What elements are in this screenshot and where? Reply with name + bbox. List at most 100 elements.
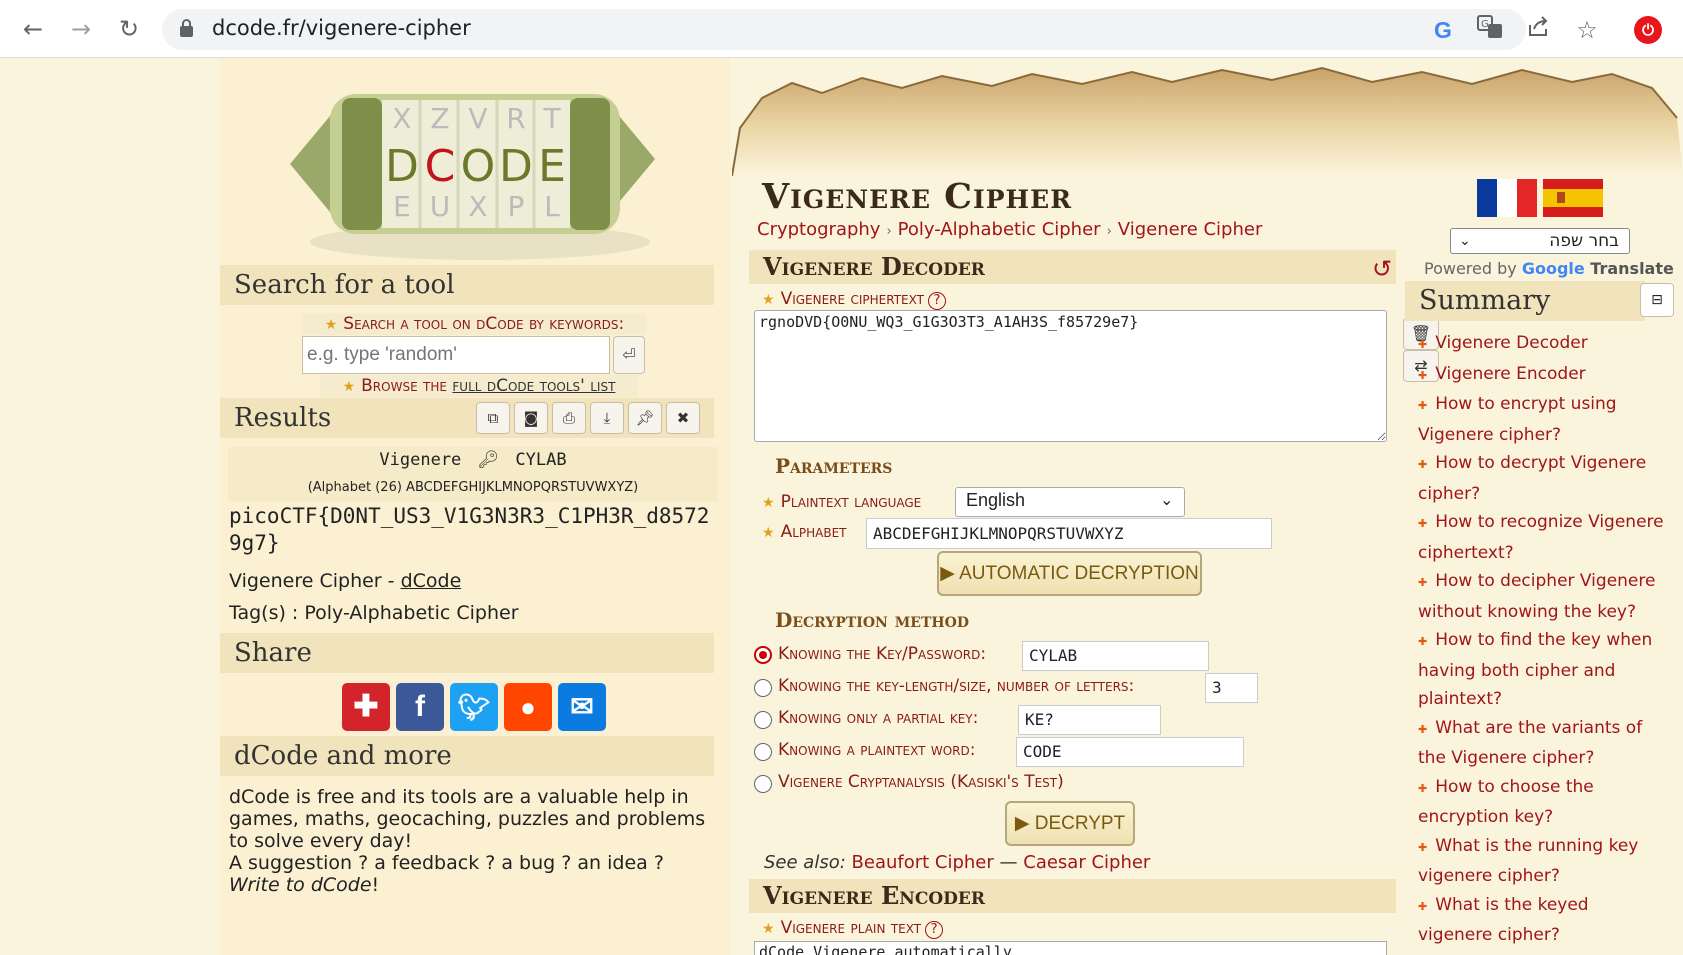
caesar-link[interactable]: Caesar Cipher xyxy=(1023,852,1150,873)
radio-plaintext-word[interactable] xyxy=(754,743,772,761)
result-plaintext[interactable]: picoCTF{D0NT_US3_V1G3N3R3_C1PH3R_d85729g… xyxy=(229,503,719,557)
write-to-link[interactable]: Write to dCode xyxy=(229,874,372,896)
parameters-title: Parameters xyxy=(775,454,893,478)
key-length-label: Knowing the key-length/size, number of l… xyxy=(778,676,1135,696)
radio-partial-key[interactable] xyxy=(754,711,772,729)
language-picker[interactable]: ⌄ בחר שפה xyxy=(1450,228,1630,254)
radio-kasiski[interactable] xyxy=(754,775,772,793)
summary-item[interactable]: ✚ How to decipher Vigenere without knowin… xyxy=(1418,567,1668,626)
dcode-logo[interactable]: X Z V R T D C O D E E U X P L xyxy=(270,64,675,264)
twitter-icon: 🐦︎ xyxy=(457,692,491,722)
see-also: See also: Beaufort Cipher — Caesar Ciphe… xyxy=(764,852,1151,873)
google-icon[interactable]: G xyxy=(1428,15,1458,45)
twitter-share-button[interactable]: 🐦︎ xyxy=(450,683,498,731)
summary-list: ✚ Vigenere Decoder ✚ Vigenere Encoder ✚ How t… xyxy=(1418,329,1668,955)
breadcrumb-cryptography[interactable]: Cryptography xyxy=(757,219,880,240)
summary-item[interactable]: ✚ How to encrypt using Vigenere cipher? xyxy=(1418,390,1668,449)
forward-arrow-icon[interactable]: → xyxy=(65,14,97,46)
breadcrumb-polyalphabetic[interactable]: Poly-Alphabetic Cipher xyxy=(898,219,1101,240)
svg-text:G: G xyxy=(1481,19,1489,30)
reset-icon[interactable]: ↺ xyxy=(1372,255,1392,283)
plaintext-label: ★ Vigenere plain text? xyxy=(762,918,944,939)
search-label: ★ Search a tool on dCode by keywords: xyxy=(302,313,647,335)
copy-results-button[interactable]: ⧉ xyxy=(476,402,510,434)
star-icon: ★ xyxy=(762,292,775,308)
star-icon: ★ xyxy=(342,379,356,395)
breadcrumb-vigenere[interactable]: Vigenere Cipher xyxy=(1118,219,1263,240)
summary-item[interactable]: ✚ How to choose the encryption key? xyxy=(1418,773,1668,832)
bookmark-star-icon[interactable]: ☆ xyxy=(1572,15,1602,45)
lock-icon[interactable] xyxy=(180,19,193,37)
partial-key-input[interactable]: KE? xyxy=(1018,705,1161,735)
help-icon[interactable]: ? xyxy=(925,921,944,939)
reload-icon[interactable]: ↻ xyxy=(113,14,145,46)
plaintext-language-select[interactable]: English xyxy=(955,487,1185,517)
bullet-icon: ✚ xyxy=(1418,635,1428,648)
bullet-icon: ✚ xyxy=(1418,399,1428,412)
dcode-link[interactable]: dCode xyxy=(401,570,462,592)
radio-key-length[interactable] xyxy=(754,679,772,697)
summary-item[interactable]: ✚ How to find the key when having both ci… xyxy=(1418,626,1668,714)
knowing-key-label: Knowing the Key/Password: xyxy=(778,644,987,664)
download-results-button[interactable]: ⤓ xyxy=(590,402,624,434)
svg-text:E: E xyxy=(393,190,411,223)
print-results-button[interactable]: ⎙ xyxy=(552,402,586,434)
email-share-button[interactable]: ✉ xyxy=(558,683,606,731)
svg-text:D: D xyxy=(499,141,533,192)
addthis-share-button[interactable]: ✚ xyxy=(342,683,390,731)
key-length-input[interactable]: 3 xyxy=(1205,673,1258,703)
summary-item[interactable]: ✚ How to decrypt Vigenere cipher? xyxy=(1418,449,1668,508)
back-arrow-icon[interactable]: ← xyxy=(17,14,49,46)
share-section-title: Share xyxy=(220,633,714,673)
summary-item[interactable]: ✚What is a Saint-Cyr slide? xyxy=(1418,950,1668,955)
encoder-section-title: Vigenere Encoder xyxy=(749,879,1396,913)
copy-icon: ⧉ xyxy=(487,409,499,427)
reddit-share-button[interactable]: ● xyxy=(504,683,552,731)
summary-item[interactable]: ✚ What is the running key vigenere cipher… xyxy=(1418,832,1668,891)
extension-icon[interactable]: ⏻ xyxy=(1634,16,1662,44)
screenshot-results-button[interactable]: ◙ xyxy=(514,402,548,434)
automatic-decryption-button[interactable]: ▶ AUTOMATIC DECRYPTION xyxy=(937,551,1202,596)
parchment-banner xyxy=(731,58,1683,178)
summary-item[interactable]: ✚ Vigenere Decoder xyxy=(1418,329,1668,360)
breadcrumb: Cryptography › Poly-Alphabetic Cipher › Vige… xyxy=(757,219,1262,240)
close-results-button[interactable]: ✖ xyxy=(666,402,700,434)
collapse-summary-button[interactable]: ⊟ xyxy=(1640,283,1674,317)
plaintext-word-label: Knowing a plaintext word: xyxy=(778,740,976,760)
star-icon: ★ xyxy=(762,525,775,541)
summary-item[interactable]: ✚ How to recognize Vigenere ciphertext? xyxy=(1418,508,1668,567)
facebook-share-button[interactable]: f xyxy=(396,683,444,731)
radio-knowing-key[interactable] xyxy=(754,646,772,664)
summary-item[interactable]: ✚ What is the keyed vigenere cipher? xyxy=(1418,891,1668,950)
key-icon: 🔑︎ xyxy=(477,450,500,470)
pin-results-button[interactable]: 📌︎ xyxy=(628,402,662,434)
ciphertext-input[interactable] xyxy=(754,310,1387,442)
star-icon: ★ xyxy=(324,317,338,333)
translate-icon[interactable]: G xyxy=(1475,15,1505,45)
url-text[interactable]: dcode.fr/vigenere-cipher xyxy=(212,16,471,40)
bullet-icon: ✚ xyxy=(1418,781,1428,795)
svg-text:D: D xyxy=(385,141,419,192)
spanish-flag-icon[interactable] xyxy=(1543,179,1603,217)
plaintext-word-input[interactable]: CODE xyxy=(1016,737,1244,767)
key-input[interactable]: CYLAB xyxy=(1022,641,1209,671)
help-icon[interactable]: ? xyxy=(927,292,946,310)
share-icon[interactable] xyxy=(1523,15,1553,45)
beaufort-link[interactable]: Beaufort Cipher xyxy=(852,852,994,873)
search-submit-button[interactable]: ⏎ xyxy=(613,336,645,374)
reddit-icon: ● xyxy=(520,692,536,722)
kasiski-label: Vigenere Cryptanalysis (Kasiski's Test) xyxy=(778,772,1064,792)
summary-item[interactable]: ✚ What are the variants of the Vigenere c… xyxy=(1418,714,1668,773)
browse-tools-link[interactable]: ★ Browse the full dCode tools' list xyxy=(320,375,638,397)
alphabet-input[interactable]: ABCDEFGHIJKLMNOPQRSTUVWXYZ xyxy=(866,518,1272,549)
chevron-down-icon[interactable]: ⌄ xyxy=(1160,490,1173,509)
svg-text:P: P xyxy=(508,190,525,223)
svg-text:R: R xyxy=(506,102,525,135)
alphabet-label: ★ Alphabet xyxy=(762,522,847,542)
french-flag-icon[interactable] xyxy=(1477,179,1537,217)
tool-search-input[interactable] xyxy=(302,336,610,374)
summary-item[interactable]: ✚ Vigenere Encoder xyxy=(1418,360,1668,391)
plaintext-input[interactable]: dCode Vigenere automatically xyxy=(754,941,1387,955)
enter-icon: ⏎ xyxy=(622,345,636,364)
decrypt-button[interactable]: ▶ DECRYPT xyxy=(1005,801,1135,846)
